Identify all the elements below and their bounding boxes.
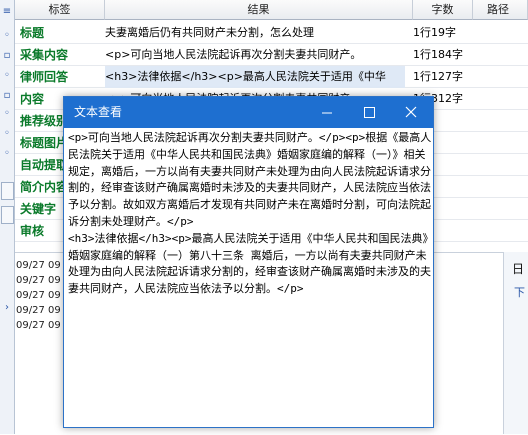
minimize-button[interactable]: [307, 97, 347, 128]
table-row[interactable]: 采集内容 <p>可向当地人民法院起诉再次分割夫妻共同财产。 1行184字: [15, 44, 528, 66]
column-header-count[interactable]: 字数: [413, 0, 473, 20]
toolbar-glyph-icon[interactable]: ≡: [0, 4, 14, 20]
toolbar-glyph-icon[interactable]: ›: [0, 300, 14, 316]
toolbar-button[interactable]: [1, 182, 14, 200]
log-line: 09/27 09: [16, 320, 61, 331]
row-result: <p>可向当地人民法院起诉再次分割夫妻共同财产。: [105, 48, 362, 61]
window-title: 文本查看: [74, 105, 123, 119]
row-label: 采集内容: [20, 48, 69, 62]
row-label: 标题: [20, 26, 45, 40]
row-result: <h3>法律依据</h3><p>最高人民法院关于适用《中华: [105, 66, 405, 88]
toolbar-glyph-icon[interactable]: ▫: [0, 88, 14, 104]
close-button[interactable]: [391, 97, 431, 128]
toolbar-glyph-icon[interactable]: ◦: [0, 106, 14, 122]
toolbar-glyph-icon[interactable]: ◦: [0, 68, 14, 84]
log-line: 09/27 09: [16, 260, 61, 271]
side-panel-title: 日: [512, 262, 525, 276]
side-panel-link[interactable]: 下: [514, 284, 525, 300]
table-row[interactable]: 标题 夫妻离婚后仍有共同财产未分割，怎么处理 1行19字: [15, 22, 528, 44]
row-label: 律师回答: [20, 70, 69, 84]
row-count: 1行184字: [413, 48, 463, 61]
log-line: 09/27 09: [16, 305, 61, 316]
log-line: 09/27 09: [16, 290, 61, 301]
column-header-label[interactable]: 标签: [15, 0, 105, 20]
toolbar-glyph-icon[interactable]: ◦: [0, 126, 14, 142]
maximize-button[interactable]: [349, 97, 389, 128]
row-count: 1行19字: [413, 26, 456, 39]
window-titlebar[interactable]: 文本查看: [64, 97, 433, 128]
column-header-path[interactable]: 路径: [473, 0, 528, 20]
log-line: 09/27 09: [16, 275, 61, 286]
toolbar-glyph-icon[interactable]: ◦: [0, 28, 14, 44]
toolbar-glyph-icon[interactable]: ◦: [0, 146, 14, 162]
side-panel: 日 下: [503, 252, 528, 434]
row-count: 1行127字: [413, 70, 463, 83]
table-row[interactable]: 律师回答 <h3>法律依据</h3><p>最高人民法院关于适用《中华 1行127…: [15, 66, 528, 88]
column-header-result[interactable]: 结果: [105, 0, 413, 20]
minimize-icon: [322, 112, 332, 114]
maximize-icon: [364, 107, 375, 118]
left-toolbar: ≡ ◦ ▫ ◦ ▫ ◦ ◦ ◦ ›: [0, 0, 15, 434]
toolbar-glyph-icon[interactable]: ▫: [0, 48, 14, 64]
text-view-window: 文本查看 <p>可向当地人民法院起诉再次分割夫妻共同财产。</p><p>根据《最…: [63, 96, 434, 428]
text-view-content[interactable]: <p>可向当地人民法院起诉再次分割夫妻共同财产。</p><p>根据《最高人民法院…: [66, 130, 432, 424]
row-result: 夫妻离婚后仍有共同财产未分割，怎么处理: [105, 26, 314, 39]
close-icon: [405, 106, 417, 118]
toolbar-button[interactable]: [1, 206, 14, 224]
